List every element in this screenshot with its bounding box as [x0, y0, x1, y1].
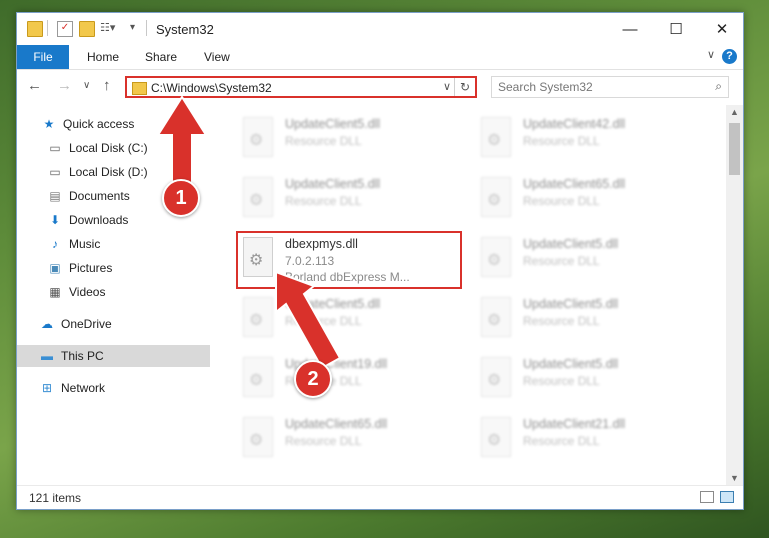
up-arrow-icon[interactable]: ↑: [103, 77, 111, 94]
dll-file-icon: [243, 417, 273, 457]
dll-file-icon: [481, 357, 511, 397]
help-icon[interactable]: ?: [722, 49, 737, 64]
nav-item-videos[interactable]: ▦ Videos 📌: [17, 281, 240, 303]
search-box[interactable]: Search System32 ⌕: [491, 76, 729, 98]
maximize-button[interactable]: ☐: [653, 13, 699, 45]
close-button[interactable]: ✕: [699, 13, 743, 45]
file-item[interactable]: UpdateClient5.dll Resource DLL: [477, 235, 697, 283]
drive-icon: ▭: [49, 141, 61, 155]
file-item[interactable]: UpdateClient5.dll Resource DLL: [239, 175, 459, 223]
status-bar: 121 items: [17, 485, 743, 509]
documents-icon: ▤: [49, 189, 61, 203]
forward-arrow-icon[interactable]: →: [57, 77, 72, 94]
nav-item-onedrive[interactable]: ☁ OneDrive: [17, 313, 232, 335]
drive-icon: ▭: [49, 165, 61, 179]
file-item[interactable]: UpdateClient42.dll Resource DLL: [477, 115, 697, 163]
toolbar-dropdown-icon[interactable]: ▾: [130, 21, 144, 35]
file-item[interactable]: UpdateClient21.dll Resource DLL: [477, 415, 697, 463]
dll-file-icon: [481, 177, 511, 217]
address-path[interactable]: C:\Windows\System32: [151, 81, 272, 95]
new-folder-icon[interactable]: [79, 21, 95, 37]
back-arrow-icon[interactable]: ←: [27, 77, 42, 94]
chevron-down-icon[interactable]: ∨: [443, 80, 451, 93]
item-count: 121 items: [29, 491, 82, 505]
ribbon-tabs: File Home Share View ∨ ?: [17, 45, 743, 70]
scroll-up-icon[interactable]: ▲: [730, 107, 739, 117]
file-item[interactable]: UpdateClient5.dll Resource DLL: [477, 355, 697, 403]
computer-icon: ▬: [41, 349, 53, 363]
file-item[interactable]: UpdateClient65.dll Resource DLL: [477, 175, 697, 223]
callout-badge-2: 2: [294, 360, 332, 398]
dll-file-icon: [243, 117, 273, 157]
separator: [47, 20, 48, 36]
folder-icon: [132, 82, 147, 95]
file-item[interactable]: UpdateClient5.dll Resource DLL: [239, 115, 459, 163]
title-bar: ✓ ☷▾ ▾ System32 — ☐ ✕: [17, 13, 743, 45]
pictures-icon: ▣: [49, 261, 61, 275]
properties-icon[interactable]: ✓: [57, 21, 73, 37]
dll-file-icon: [243, 177, 273, 217]
dll-file-icon: [481, 297, 511, 337]
tab-home[interactable]: Home: [87, 45, 119, 69]
tab-file[interactable]: File: [17, 45, 69, 69]
dll-file-icon: [481, 417, 511, 457]
refresh-icon[interactable]: ↻: [454, 78, 475, 96]
cloud-icon: ☁: [41, 317, 53, 331]
callout-arrow-2: [275, 270, 342, 370]
tab-view[interactable]: View: [204, 45, 230, 69]
nav-item-pictures[interactable]: ▣ Pictures 📌: [17, 257, 240, 279]
minimize-button[interactable]: —: [607, 13, 653, 45]
nav-item-downloads[interactable]: ⬇ Downloads 📌: [17, 209, 240, 231]
dll-file-icon: [481, 117, 511, 157]
network-icon: ⊞: [41, 381, 53, 395]
music-icon: ♪: [52, 237, 58, 251]
callout-badge-1: 1: [162, 179, 200, 217]
vertical-scrollbar[interactable]: ▲ ▼: [726, 105, 743, 485]
separator: [146, 20, 147, 36]
folder-icon: [27, 21, 43, 37]
search-icon[interactable]: ⌕: [715, 79, 722, 94]
nav-item-music[interactable]: ♪ Music 📌: [17, 233, 240, 255]
scroll-down-icon[interactable]: ▼: [730, 473, 739, 483]
large-icons-view-icon[interactable]: [720, 491, 734, 503]
navigation-row: ← → ∨ ↑ C:\Windows\System32 ∨ ↻ Search S…: [17, 70, 743, 104]
customize-toolbar-icon[interactable]: ☷▾: [100, 21, 115, 35]
dll-file-icon: [481, 237, 511, 277]
star-icon: ★: [43, 117, 55, 131]
tab-share[interactable]: Share: [145, 45, 177, 69]
download-icon: ⬇: [49, 213, 61, 227]
window-title: System32: [156, 22, 214, 37]
videos-icon: ▦: [49, 285, 61, 299]
file-item[interactable]: UpdateClient5.dll Resource DLL: [477, 295, 697, 343]
file-item[interactable]: UpdateClient65.dll Resource DLL: [239, 415, 459, 463]
nav-item-network[interactable]: ⊞ Network: [17, 377, 232, 399]
expand-ribbon-icon[interactable]: ∨: [707, 48, 715, 61]
recent-locations-icon[interactable]: ∨: [83, 80, 90, 91]
nav-item-this-pc[interactable]: ▬ This PC: [17, 345, 210, 367]
details-view-icon[interactable]: [700, 491, 714, 503]
search-input[interactable]: Search System32: [498, 80, 593, 94]
scrollbar-thumb[interactable]: [729, 123, 740, 175]
